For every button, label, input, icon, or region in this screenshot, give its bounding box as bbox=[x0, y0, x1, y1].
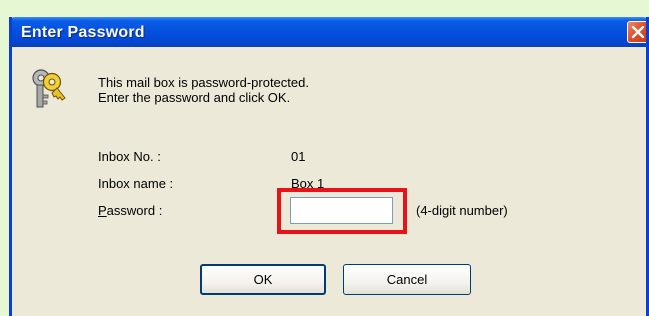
password-hint: (4-digit number) bbox=[416, 203, 508, 218]
close-icon bbox=[631, 25, 645, 39]
password-input[interactable] bbox=[290, 197, 393, 224]
close-button[interactable] bbox=[627, 21, 646, 43]
enter-password-dialog: Enter Password This mail box is password… bbox=[9, 17, 649, 316]
inbox-name-label: Inbox name : bbox=[98, 176, 174, 191]
inbox-name-value: Box 1 bbox=[291, 176, 325, 191]
password-label: Password : bbox=[98, 203, 162, 218]
cancel-button[interactable]: Cancel bbox=[343, 264, 471, 295]
message-line-1: This mail box is password-protected. bbox=[98, 75, 309, 90]
password-label-mnemonic: P bbox=[98, 203, 107, 218]
message-line-2: Enter the password and click OK. bbox=[98, 90, 291, 105]
password-label-rest: assword : bbox=[106, 203, 163, 218]
keys-icon bbox=[32, 69, 66, 108]
inbox-no-value: 01 bbox=[291, 149, 306, 164]
message-text: This mail box is password-protected. Ent… bbox=[98, 75, 309, 105]
ok-button[interactable]: OK bbox=[200, 264, 326, 295]
title-bar[interactable]: Enter Password bbox=[12, 17, 646, 47]
dialog-title: Enter Password bbox=[21, 24, 145, 41]
inbox-no-label: Inbox No. : bbox=[98, 149, 161, 164]
